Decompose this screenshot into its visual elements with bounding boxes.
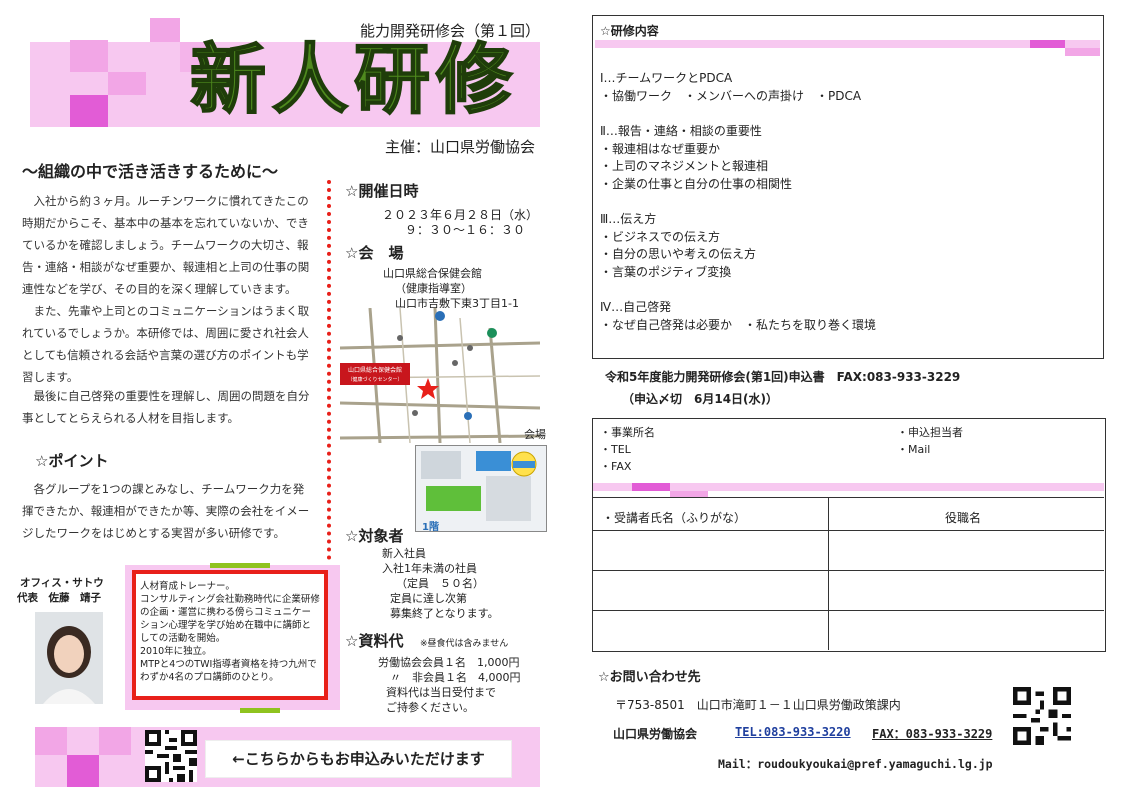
section-item: ・なぜ自己啓発は必要か ・私たちを取り巻く環境 bbox=[600, 317, 877, 332]
section-item: ・報連相はなぜ重要か bbox=[600, 141, 721, 156]
content-sections: Ⅰ…チームワークとPDCA ・協働ワーク ・メンバーへの声掛け ・PDCA Ⅱ…… bbox=[600, 70, 876, 334]
section-item: ・上司のマネジメントと報連相 bbox=[600, 159, 769, 173]
fee-line: 労働協会会員１名 1,000円 bbox=[378, 656, 520, 669]
target-line: 入社1年未満の社員 bbox=[382, 562, 477, 575]
decor-bar bbox=[632, 483, 670, 491]
bio-line: 2010年に独立。 bbox=[140, 646, 212, 657]
section-title: Ⅱ…報告・連絡・相談の重要性 bbox=[600, 124, 762, 138]
mail-field[interactable]: ・Mail bbox=[897, 441, 963, 458]
inquiry-heading: ☆お問い合わせ先 bbox=[598, 670, 701, 685]
divider bbox=[327, 180, 331, 560]
intro-paragraph: 最後に自己啓発の重要性を理解し、周囲の問題を自分事としてとらえられる人材を目指し… bbox=[22, 389, 310, 425]
table-rule bbox=[593, 530, 1104, 531]
section-title: Ⅲ…伝え方 bbox=[600, 212, 657, 226]
venue-room: （健康指導室） bbox=[395, 282, 472, 295]
bio-line: MTPと4つのTWI指導者資格を持つ九州でわずか4名のプロ講師のひとり。 bbox=[140, 659, 317, 683]
fee-list: 労働協会会員１名 1,000円 〃 非会員１名 4,000円 資料代は当日受付ま… bbox=[378, 655, 521, 715]
schedule-heading: ☆開催日時 bbox=[345, 182, 419, 200]
table-rule bbox=[593, 570, 1104, 571]
venue-name: 山口県総合保健会館 bbox=[383, 267, 482, 280]
venue-map: 山口県総合保健会館 （健康づくりセンター） bbox=[340, 308, 540, 443]
point-heading: ☆ポイント bbox=[35, 452, 109, 470]
apply-note: ←こちらからもお申込みいただけます bbox=[205, 740, 512, 778]
contact-person-field[interactable]: ・申込担当者 bbox=[897, 424, 963, 441]
instructor-org: オフィス・サトウ bbox=[20, 577, 104, 589]
section-item: ・言葉のポジティブ変換 bbox=[600, 264, 732, 279]
section-title: Ⅳ…自己啓発 bbox=[600, 300, 672, 314]
bio-line: コンサルティング会社勤務時代に企業研修の企画・運営に携わる傍らコミュニケーション… bbox=[140, 594, 320, 644]
intro-paragraph: また、先輩や上司とのコミュニケーションはうまく取れているでしょうか。本研修では、… bbox=[22, 304, 310, 384]
decor-square bbox=[108, 72, 146, 95]
section-item: ・協働ワーク ・メンバーへの声掛け ・PDCA bbox=[600, 88, 862, 103]
application-form bbox=[592, 418, 1106, 652]
decor-square bbox=[67, 755, 99, 787]
inquiry-fax: FAX：083-933-3229 bbox=[872, 727, 993, 741]
decor-square bbox=[35, 727, 67, 755]
target-line: 募集終了となります。 bbox=[390, 607, 499, 620]
fee-heading: ☆資料代 bbox=[345, 632, 404, 650]
organizer: 主催：山口県労働協会 bbox=[385, 138, 536, 156]
intro-paragraph: 入社から約３ヶ月。ルーチンワークに慣れてきたこの時期だからこそ、基本中の基本を忘… bbox=[22, 194, 310, 296]
table-rule bbox=[828, 497, 829, 650]
target-heading: ☆対象者 bbox=[345, 527, 404, 545]
inquiry-address: 〒753-8501 山口市滝町１－１山口県労働政策課内 bbox=[615, 698, 901, 712]
decor-bar bbox=[240, 708, 280, 713]
decor-bar bbox=[210, 563, 270, 568]
target-line: 定員に達し次第 bbox=[390, 592, 467, 605]
decor-bar bbox=[595, 40, 1100, 48]
content-heading: ☆研修内容 bbox=[600, 24, 659, 38]
decor-bar bbox=[1030, 40, 1065, 48]
section-item: ・自分の思いや考えの伝え方 bbox=[600, 247, 757, 261]
inquiry-tel[interactable]: TEL:083-933-3220 bbox=[735, 725, 851, 739]
map-label: 山口県総合保健会館 bbox=[348, 366, 402, 374]
intro-heading: ～組織の中で活き活きするために～ bbox=[22, 162, 279, 181]
inquiry-org: 山口県労働協会 bbox=[613, 727, 698, 741]
target-line: （定員 ５０名） bbox=[396, 577, 484, 590]
point-text: 各グループを1つの課とみなし、チームワーク力を発揮できたか、報連相ができたか等、… bbox=[22, 482, 310, 540]
decor-bar bbox=[1065, 48, 1100, 56]
form-title: 令和5年度能力開発研修会(第1回)申込書 FAX:083-933-3229 bbox=[605, 370, 961, 384]
fee-line: 資料代は当日受付まで bbox=[386, 686, 496, 699]
col-header-name: ・受講者氏名（ふりがな） bbox=[602, 511, 747, 525]
inquiry-mail[interactable]: Mail：roudoukyoukai@pref.yamaguchi.lg.jp bbox=[718, 756, 993, 772]
floor-venue-label: 会場 bbox=[524, 428, 546, 441]
fee-line: ご持参ください。 bbox=[386, 701, 474, 714]
decor-square bbox=[150, 18, 180, 42]
map-label: （健康づくりセンター） bbox=[347, 376, 402, 383]
fee-note: ※昼食代は含みません bbox=[420, 639, 509, 649]
company-field[interactable]: ・事業所名 bbox=[600, 424, 655, 441]
schedule-time: ９：３０～１６：３０ bbox=[405, 223, 526, 237]
decor-square bbox=[99, 727, 131, 755]
form-fields-left: ・事業所名 ・TEL ・FAX bbox=[600, 424, 655, 475]
qr-code[interactable] bbox=[145, 730, 197, 782]
tel-field[interactable]: ・TEL bbox=[600, 441, 655, 458]
form-deadline: （申込〆切 6月14日(水)） bbox=[622, 392, 779, 406]
target-line: 新入社員 bbox=[382, 547, 426, 560]
fax-field[interactable]: ・FAX bbox=[600, 458, 655, 475]
floor-label: 1階 bbox=[422, 522, 439, 533]
col-header-title: 役職名 bbox=[945, 511, 982, 525]
page-title: 新人研修 bbox=[189, 35, 518, 124]
instructor-bio: 人材育成トレーナー。 コンサルティング会社勤務時代に企業研修の企画・運営に携わる… bbox=[132, 570, 328, 700]
decor-square bbox=[70, 95, 108, 127]
target-list: 新入社員 入社1年未満の社員 （定員 ５０名） 定員に達し次第 募集終了となりま… bbox=[382, 546, 499, 621]
form-fields-right: ・申込担当者 ・Mail bbox=[897, 424, 963, 458]
section-title: Ⅰ…チームワークとPDCA bbox=[600, 71, 733, 85]
section-item: ・企業の仕事と自分の仕事の相関性 bbox=[600, 176, 793, 191]
qr-code[interactable] bbox=[1013, 687, 1071, 745]
table-rule bbox=[593, 497, 1104, 498]
section-item: ・ビジネスでの伝え方 bbox=[600, 229, 721, 244]
decor-square bbox=[70, 40, 108, 72]
fee-line: 〃 非会員１名 4,000円 bbox=[390, 671, 521, 684]
bio-line: 人材育成トレーナー。 bbox=[140, 581, 235, 592]
table-rule bbox=[593, 610, 1104, 611]
instructor-photo bbox=[35, 612, 103, 704]
venue-heading: ☆会 場 bbox=[345, 244, 404, 262]
instructor-name: 代表 佐藤 靖子 bbox=[17, 592, 101, 604]
